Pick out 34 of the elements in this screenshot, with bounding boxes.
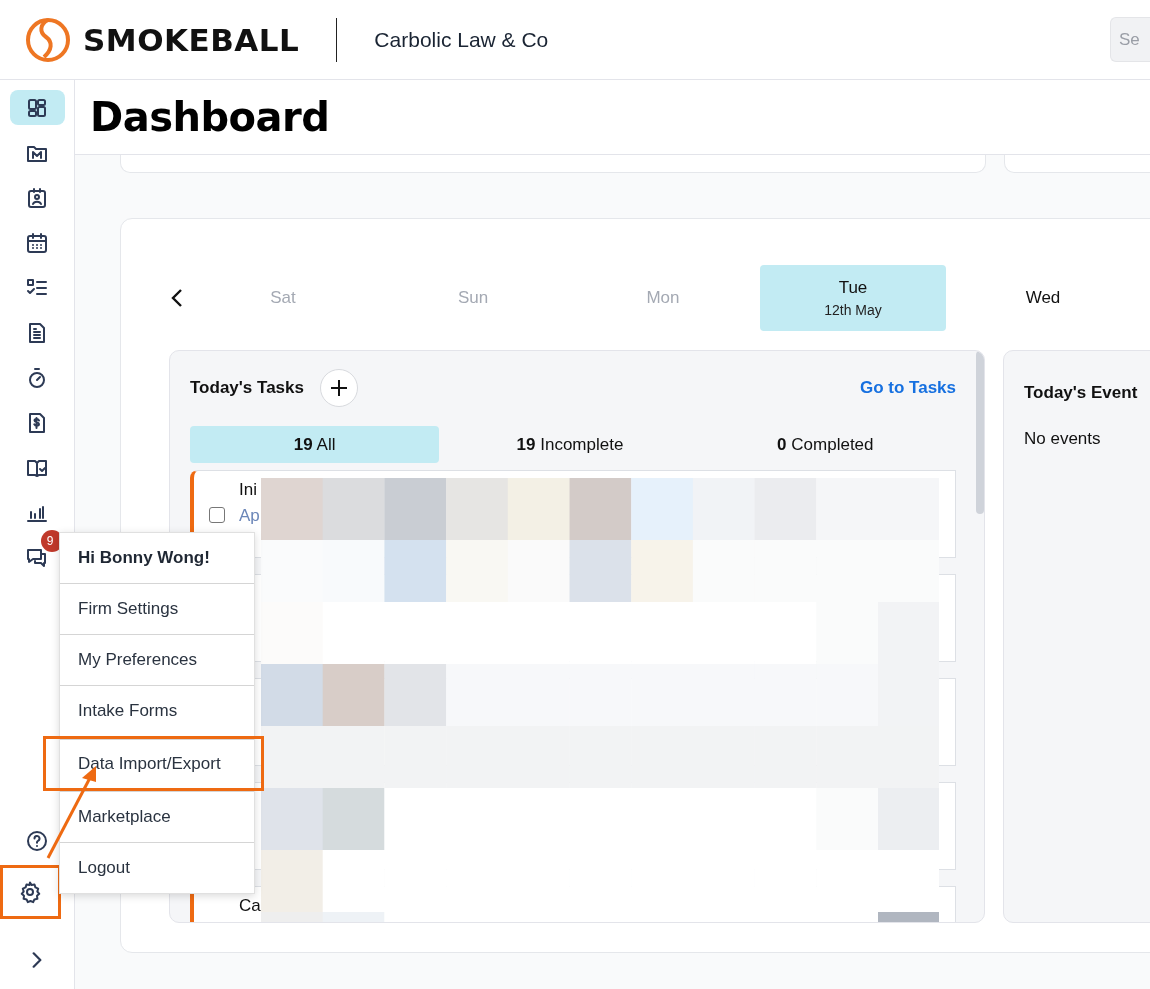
search-field[interactable]: Se bbox=[1110, 17, 1150, 62]
chevron-right-icon bbox=[32, 952, 42, 968]
add-button[interactable] bbox=[319, 369, 358, 407]
day-tab[interactable]: Wed bbox=[950, 265, 1136, 331]
go-to-tasks-link[interactable]: Go to Tasks bbox=[859, 378, 956, 398]
chevron-left-icon bbox=[170, 288, 184, 308]
task-matter: Ap bbox=[239, 506, 260, 526]
help-icon bbox=[25, 829, 49, 853]
menu-item[interactable]: Marketplace bbox=[60, 791, 254, 842]
firm-name: Carbolic Law & Co bbox=[374, 27, 549, 52]
task-title: Ini bbox=[239, 480, 258, 500]
menu-item[interactable]: My Preferences bbox=[60, 634, 254, 685]
logo-icon bbox=[25, 16, 71, 63]
contact-card-icon bbox=[25, 185, 49, 210]
plus-icon bbox=[329, 379, 348, 397]
scrollbar[interactable] bbox=[976, 351, 984, 514]
menu-item[interactable]: Intake Forms bbox=[60, 685, 254, 736]
filter-tab[interactable]: 19 All bbox=[190, 426, 440, 463]
settings-icon bbox=[18, 880, 42, 904]
filter-tab[interactable]: 0 Completed bbox=[700, 426, 950, 463]
panel-title: Today's Event bbox=[1024, 383, 1139, 403]
page-title: Dashboard bbox=[90, 94, 330, 140]
logo-text: SMOKEBALL bbox=[83, 21, 300, 58]
calendar-icon bbox=[25, 230, 49, 255]
task-title: Ca bbox=[239, 896, 261, 916]
filter-tab[interactable]: 19 Incomplete bbox=[445, 426, 695, 463]
day-tab[interactable]: Tue 12th May bbox=[760, 265, 946, 331]
checkbox[interactable] bbox=[209, 507, 225, 523]
menu-item[interactable]: Firm Settings bbox=[60, 583, 254, 634]
menu-item[interactable]: Logout bbox=[60, 842, 254, 893]
panel-title: Today's Tasks bbox=[190, 378, 304, 398]
empty-message: No events bbox=[1024, 429, 1102, 449]
greeting: Hi Bonny Wong! bbox=[77, 547, 211, 569]
sidebar-item[interactable] bbox=[9, 90, 65, 125]
